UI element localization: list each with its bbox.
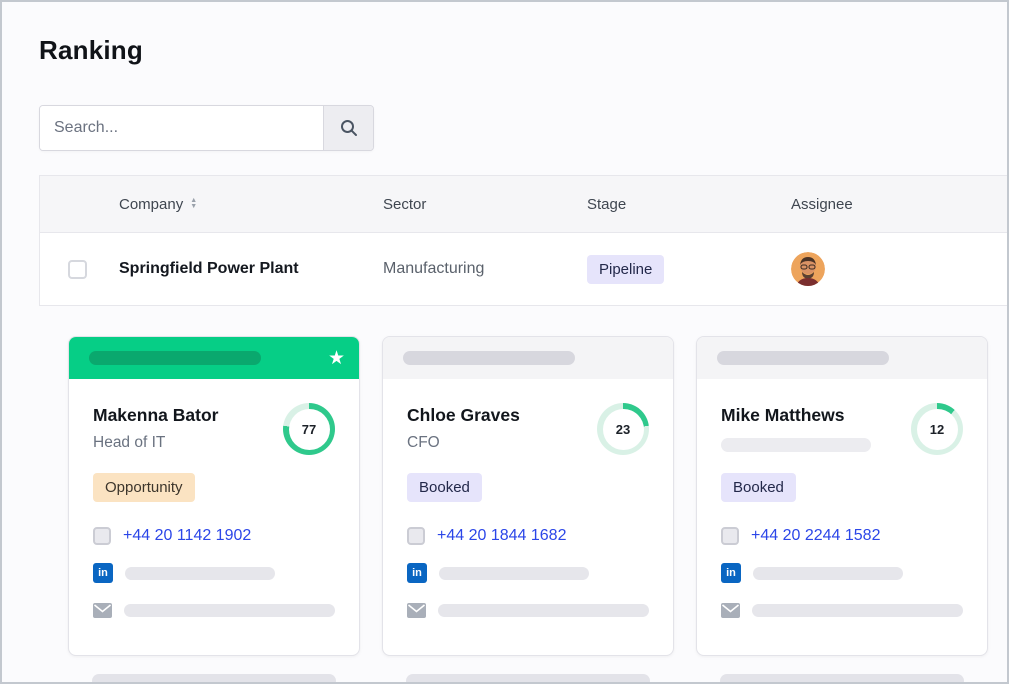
card-header: ★	[69, 337, 359, 379]
email-icon	[721, 603, 740, 618]
linkedin-placeholder	[439, 567, 589, 580]
row-checkbox[interactable]	[68, 260, 87, 279]
status-badge: Opportunity	[93, 473, 195, 502]
phone-icon	[407, 527, 425, 545]
linkedin-placeholder	[125, 567, 275, 580]
assignee-avatar	[791, 252, 825, 286]
ranking-cards: ★ Makenna Bator Head of IT 77 Opportunit…	[68, 336, 988, 656]
card-header	[383, 337, 673, 379]
ranking-page: Ranking Company ▲ ▼ Sector Stage Assigne…	[0, 0, 1009, 684]
table-header: Company ▲ ▼ Sector Stage Assignee	[40, 176, 1007, 233]
contact-role: Head of IT	[93, 434, 218, 452]
search-icon	[339, 118, 359, 138]
contact-role: CFO	[407, 434, 520, 452]
search-button[interactable]	[323, 106, 373, 150]
column-header-sector: Sector	[383, 196, 587, 213]
score-value: 23	[603, 409, 644, 450]
phone-link[interactable]: +44 20 2244 1582	[751, 527, 880, 545]
page-title: Ranking	[39, 35, 143, 66]
linkedin-icon[interactable]: in	[721, 563, 741, 583]
linkedin-icon[interactable]: in	[93, 563, 113, 583]
contact-name: Mike Matthews	[721, 405, 871, 426]
contact-card[interactable]: Mike Matthews 12 Booked +44 20 2244 1582…	[696, 336, 988, 656]
contact-name: Makenna Bator	[93, 405, 218, 426]
role-placeholder	[721, 438, 871, 452]
email-placeholder	[438, 604, 649, 617]
phone-icon	[721, 527, 739, 545]
phone-link[interactable]: +44 20 1142 1902	[123, 527, 251, 545]
sector-cell: Manufacturing	[383, 260, 587, 278]
contact-card[interactable]: Chloe Graves CFO 23 Booked +44 20 1844 1…	[382, 336, 674, 656]
table-row[interactable]: Springfield Power Plant Manufacturing Pi…	[40, 233, 1007, 305]
next-card-preview	[406, 674, 650, 684]
star-icon[interactable]: ★	[328, 349, 345, 368]
status-badge: Booked	[407, 473, 482, 502]
ranking-table: Company ▲ ▼ Sector Stage Assignee Spring…	[39, 175, 1007, 306]
header-placeholder-bar	[403, 351, 575, 365]
search-bar	[39, 105, 374, 151]
score-value: 77	[289, 409, 330, 450]
contact-name: Chloe Graves	[407, 405, 520, 426]
phone-link[interactable]: +44 20 1844 1682	[437, 527, 566, 545]
contact-card[interactable]: ★ Makenna Bator Head of IT 77 Opportunit…	[68, 336, 360, 656]
email-placeholder	[752, 604, 963, 617]
score-ring: 23	[597, 403, 649, 455]
column-header-assignee: Assignee	[791, 196, 1007, 213]
status-badge: Booked	[721, 473, 796, 502]
email-placeholder	[124, 604, 335, 617]
email-icon	[93, 603, 112, 618]
email-icon	[407, 603, 426, 618]
column-header-company[interactable]: Company ▲ ▼	[119, 196, 383, 213]
score-ring: 77	[283, 403, 335, 455]
phone-icon	[93, 527, 111, 545]
header-placeholder-bar	[89, 351, 261, 365]
card-header	[697, 337, 987, 379]
next-card-preview	[720, 674, 964, 684]
company-cell: Springfield Power Plant	[119, 260, 383, 278]
linkedin-placeholder	[753, 567, 903, 580]
score-value: 12	[917, 409, 958, 450]
column-header-stage: Stage	[587, 196, 791, 213]
sort-icon[interactable]: ▲ ▼	[190, 198, 197, 210]
header-placeholder-bar	[717, 351, 889, 365]
search-input[interactable]	[40, 106, 323, 150]
next-card-preview	[92, 674, 336, 684]
score-ring: 12	[911, 403, 963, 455]
stage-badge: Pipeline	[587, 255, 664, 284]
linkedin-icon[interactable]: in	[407, 563, 427, 583]
